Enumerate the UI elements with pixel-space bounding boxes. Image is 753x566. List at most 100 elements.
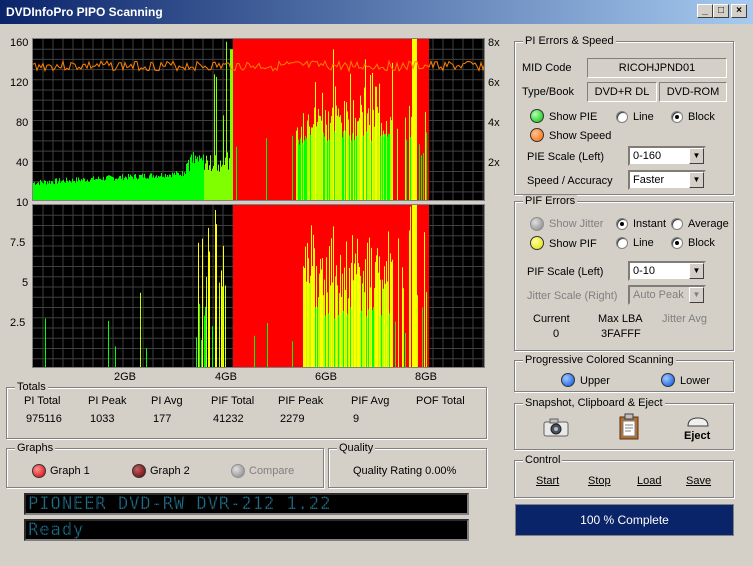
- compare-icon: [231, 464, 245, 478]
- show-pie-label[interactable]: Show PIE: [549, 111, 597, 123]
- totals-value: 2279: [280, 413, 305, 425]
- instant-label: Instant: [633, 218, 667, 230]
- y-tick: 120: [10, 77, 29, 89]
- group-title: Control: [523, 454, 563, 466]
- totals-header: PIF Total: [211, 395, 255, 407]
- pif-scale-select[interactable]: 0-10 ▼: [628, 261, 706, 281]
- mid-label: MID Code: [522, 62, 572, 74]
- graph2-button[interactable]: Graph 2: [150, 465, 190, 477]
- chevron-down-icon[interactable]: ▼: [689, 172, 704, 188]
- show-jitter-label: Show Jitter: [549, 218, 604, 230]
- pif-line-radio[interactable]: [616, 237, 628, 249]
- speed-tick: 2x: [488, 157, 500, 169]
- load-button[interactable]: Load: [637, 475, 661, 487]
- jitter-scale-label: Jitter Scale (Right): [527, 290, 618, 302]
- show-speed-label[interactable]: Show Speed: [549, 130, 611, 142]
- totals-header: PI Avg: [151, 395, 183, 407]
- progress-bar: 100 % Complete: [515, 504, 734, 536]
- minimize-button[interactable]: _: [697, 4, 713, 18]
- upper-scan-icon[interactable]: [561, 373, 575, 387]
- upper-scan-label[interactable]: Upper: [580, 375, 610, 387]
- totals-value: 975116: [26, 413, 62, 425]
- book-field: DVD-ROM: [659, 82, 727, 102]
- save-button[interactable]: Save: [686, 475, 711, 487]
- totals-header: PIF Peak: [278, 395, 324, 407]
- pif-block-radio[interactable]: [671, 237, 683, 249]
- totals-value: 177: [153, 413, 172, 425]
- totals-header: POF Total: [416, 395, 465, 407]
- y-tick: 7.5: [10, 237, 26, 249]
- group-title: Quality: [337, 442, 376, 454]
- pie-block-radio[interactable]: [671, 111, 683, 123]
- mid-code-field: RICOHJPND01: [587, 58, 727, 78]
- graph2-icon[interactable]: [132, 464, 146, 478]
- current-value: 0: [553, 328, 560, 340]
- jitter-scale-value: Auto Peak: [633, 289, 684, 301]
- y-tick: 10: [16, 197, 29, 209]
- pie-line-label: Line: [633, 111, 654, 123]
- pie-block-label: Block: [688, 111, 715, 123]
- chevron-down-icon[interactable]: ▼: [689, 263, 704, 279]
- average-radio[interactable]: [671, 218, 683, 230]
- y-tick: 40: [16, 157, 29, 169]
- average-label: Average: [688, 218, 729, 230]
- current-label: Current: [533, 313, 570, 325]
- x-tick: 8GB: [415, 371, 438, 383]
- group-title: PI Errors & Speed: [523, 35, 616, 47]
- y-tick: 80: [16, 117, 29, 129]
- title-bar: DVDInfoPro PIPO Scanning: [0, 0, 753, 24]
- camera-icon[interactable]: [542, 417, 570, 437]
- x-tick: 4GB: [215, 371, 238, 383]
- y-tick: 5: [22, 277, 29, 289]
- jitter-scale-select: Auto Peak ▼: [628, 285, 706, 305]
- y-tick: 160: [10, 37, 29, 49]
- group-title: Totals: [15, 381, 48, 393]
- speed-accuracy-value: Faster: [633, 174, 665, 186]
- drive-name: PIONEER DVD-RW DVR-212 1.22: [28, 494, 332, 514]
- max-lba-label: Max LBA: [598, 313, 643, 325]
- window-title: DVDInfoPro PIPO Scanning: [6, 5, 163, 19]
- eject-button[interactable]: Eject: [684, 430, 710, 442]
- instant-radio[interactable]: [616, 218, 628, 230]
- pie-scale-value: 0-160: [633, 150, 662, 162]
- graph1-button[interactable]: Graph 1: [50, 465, 90, 477]
- pie-speed-chart: [32, 38, 485, 201]
- maximize-button[interactable]: □: [713, 4, 729, 18]
- group-title: PIF Errors: [523, 195, 578, 207]
- quality-rating: Quality Rating 0.00%: [353, 465, 457, 477]
- speed-tick: 4x: [488, 117, 500, 129]
- jitter-avg-label: Jitter Avg: [662, 313, 708, 325]
- type-field: DVD+R DL: [587, 82, 657, 102]
- totals-header: PI Total: [24, 395, 61, 407]
- group-title: Graphs: [15, 442, 56, 454]
- lower-scan-icon[interactable]: [661, 373, 675, 387]
- type-label: Type/Book: [522, 86, 574, 98]
- clipboard-icon[interactable]: [617, 413, 643, 441]
- totals-value: 9: [353, 413, 360, 425]
- pie-color-icon[interactable]: [530, 109, 544, 123]
- status-text: Ready: [28, 520, 85, 540]
- pie-line-radio[interactable]: [616, 111, 628, 123]
- show-pif-label[interactable]: Show PIF: [549, 238, 597, 250]
- pif-color-icon[interactable]: [530, 236, 544, 250]
- graph1-icon[interactable]: [32, 464, 46, 478]
- lower-scan-label[interactable]: Lower: [680, 375, 710, 387]
- chevron-down-icon[interactable]: ▼: [689, 148, 704, 164]
- status-display: Ready: [24, 519, 469, 541]
- totals-table: PI Total 975116 PI Peak 1033 PI Avg 177 PIF To…: [6, 395, 487, 435]
- speed-tick: 8x: [488, 37, 500, 49]
- jitter-color-icon: [530, 217, 544, 231]
- speed-color-icon[interactable]: [530, 128, 544, 142]
- group-title: Progressive Colored Scanning: [523, 354, 676, 366]
- progress-label: 100 % Complete: [580, 513, 669, 527]
- close-button[interactable]: ×: [731, 4, 747, 18]
- pie-scale-select[interactable]: 0-160 ▼: [628, 146, 706, 166]
- stop-button[interactable]: Stop: [588, 475, 611, 487]
- pif-chart: [32, 204, 485, 368]
- eject-icon[interactable]: [685, 415, 711, 429]
- start-button[interactable]: Start: [536, 475, 559, 487]
- totals-value: 1033: [90, 413, 115, 425]
- speed-accuracy-select[interactable]: Faster ▼: [628, 170, 706, 190]
- totals-value: 41232: [213, 413, 244, 425]
- x-tick: 2GB: [114, 371, 137, 383]
